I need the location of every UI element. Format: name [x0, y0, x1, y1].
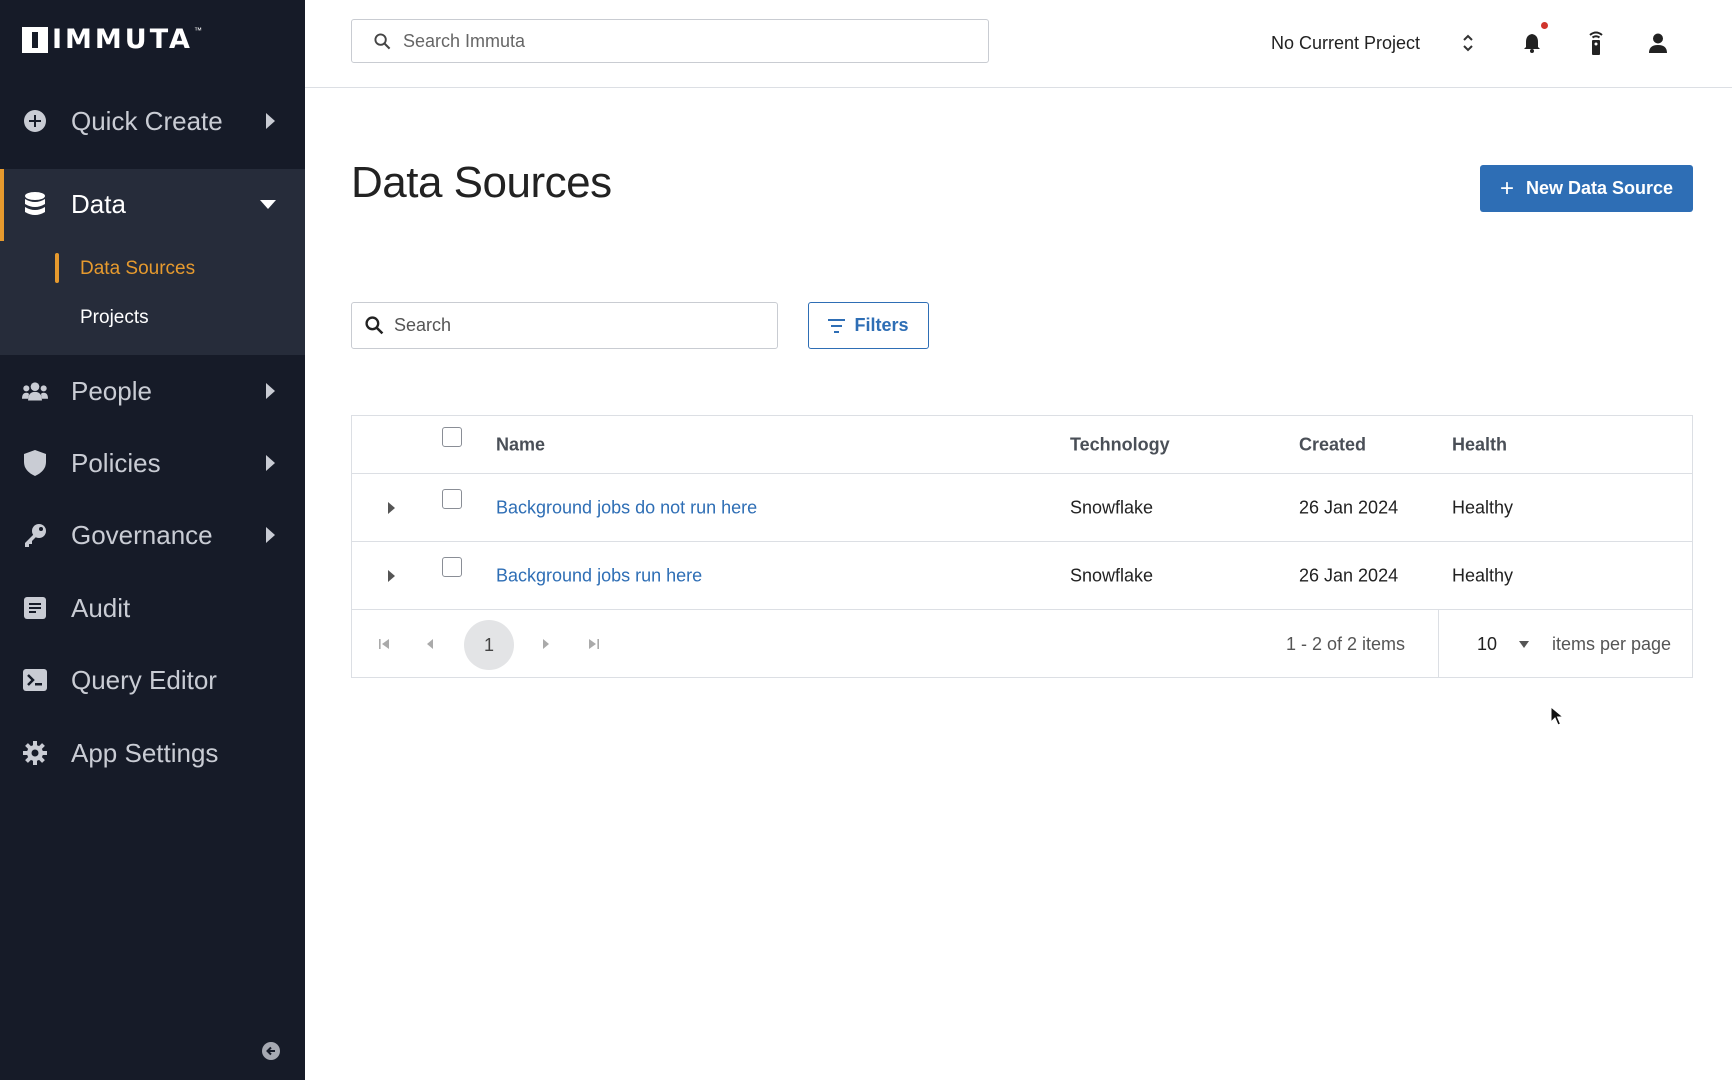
technology-cell: Snowflake [1070, 497, 1154, 517]
table-row: Background jobs run here Snowflake 26 Ja… [352, 542, 1692, 610]
technology-cell: Snowflake [1070, 565, 1154, 585]
user-icon[interactable] [1645, 30, 1671, 56]
nav-label-data: Data [71, 188, 126, 219]
page-title: Data Sources [351, 158, 612, 207]
column-header-technology[interactable]: Technology [1070, 434, 1170, 455]
nav-label-quick-create: Quick Create [71, 105, 223, 136]
data-source-name-link[interactable]: Background jobs do not run here [496, 497, 757, 518]
global-search[interactable] [351, 19, 989, 63]
new-data-source-button[interactable]: + New Data Source [1480, 165, 1693, 212]
column-header-name[interactable]: Name [496, 434, 545, 455]
sub-active-indicator [55, 253, 59, 283]
search-icon [374, 32, 391, 50]
database-icon [22, 191, 48, 217]
bell-icon[interactable] [1519, 22, 1548, 56]
nav-label-audit: Audit [71, 592, 131, 623]
first-page-icon[interactable] [378, 638, 390, 650]
column-header-health[interactable]: Health [1452, 434, 1507, 455]
page-number-current[interactable]: 1 [464, 620, 514, 670]
people-icon [22, 378, 48, 404]
remote-icon[interactable] [1583, 30, 1609, 56]
health-cell: Healthy [1452, 565, 1514, 585]
plus-circle-icon [22, 108, 48, 134]
global-search-input[interactable] [403, 30, 963, 52]
data-sources-table: Name Technology Created Health Backgroun… [351, 415, 1693, 678]
immuta-logo[interactable]: IMMUTA ™ [22, 26, 202, 54]
nav-item-people[interactable]: People [0, 356, 305, 426]
nav-item-data[interactable]: Data [0, 169, 305, 239]
key-icon [22, 522, 48, 548]
filter-icon [828, 318, 846, 333]
notification-dot [1541, 22, 1548, 29]
sidebar: IMMUTA ™ Quick Create Data Data Sources … [0, 0, 305, 1080]
last-page-icon[interactable] [588, 638, 600, 650]
data-section: Data Data Sources Projects [0, 169, 305, 355]
nav-sub-projects[interactable]: Projects [80, 307, 149, 329]
nav-label-people: People [71, 375, 152, 406]
shield-icon [22, 450, 48, 476]
select-all-checkbox[interactable] [442, 427, 462, 447]
nav-item-audit[interactable]: Audit [0, 573, 305, 643]
chevron-right-icon [266, 527, 275, 543]
audit-icon [22, 595, 48, 621]
previous-page-icon[interactable] [426, 639, 434, 649]
terminal-icon [22, 667, 48, 693]
filters-button[interactable]: Filters [808, 302, 929, 349]
nav-item-quick-create[interactable]: Quick Create [0, 86, 305, 156]
chevron-down-icon [260, 199, 276, 209]
current-project-selector[interactable]: No Current Project [1271, 33, 1420, 54]
table-row: Background jobs do not run here Snowflak… [352, 474, 1692, 542]
created-cell: 26 Jan 2024 [1299, 565, 1399, 585]
project-switch-icon[interactable] [1455, 30, 1481, 56]
row-checkbox[interactable] [442, 557, 462, 577]
filters-label: Filters [854, 315, 909, 335]
new-data-source-label: New Data Source [1525, 178, 1674, 198]
pagination: 1 1 - 2 of 2 items 10 items per page [352, 610, 1692, 678]
chevron-right-icon [266, 455, 275, 471]
nav-label-policies: Policies [71, 447, 161, 478]
arrow-left-icon [266, 1046, 275, 1056]
items-per-page-label: items per page [1552, 634, 1672, 654]
table-header: Name Technology Created Health [352, 416, 1692, 474]
logo-trademark: ™ [193, 26, 202, 35]
mouse-cursor-icon [1550, 705, 1565, 731]
logo-mark [22, 27, 48, 53]
nav-item-governance[interactable]: Governance [0, 500, 305, 570]
gear-icon [22, 740, 48, 766]
items-per-page-select[interactable]: 10 [1477, 630, 1539, 658]
nav-label-app-settings: App Settings [71, 737, 219, 768]
nav-item-app-settings[interactable]: App Settings [0, 718, 305, 788]
nav-item-policies[interactable]: Policies [0, 428, 305, 498]
nav-label-governance: Governance [71, 519, 213, 550]
search-icon [365, 316, 384, 335]
plus-icon: + [1499, 174, 1514, 202]
chevron-right-icon [266, 113, 275, 129]
chevron-right-icon [266, 383, 275, 399]
data-source-name-link[interactable]: Background jobs run here [496, 565, 702, 586]
data-source-search[interactable] [351, 302, 778, 349]
health-cell: Healthy [1452, 497, 1514, 517]
logo-text: IMMUTA [52, 24, 193, 55]
nav-sub-data-sources[interactable]: Data Sources [80, 258, 195, 280]
nav-label-query-editor: Query Editor [71, 664, 217, 695]
column-header-created[interactable]: Created [1299, 434, 1366, 455]
pagination-info: 1 - 2 of 2 items [1286, 634, 1406, 654]
created-cell: 26 Jan 2024 [1299, 497, 1399, 517]
next-page-icon[interactable] [542, 639, 550, 649]
nav-item-query-editor[interactable]: Query Editor [0, 645, 305, 715]
pagination-divider [1438, 610, 1439, 678]
data-source-search-input[interactable] [394, 315, 754, 336]
caret-down-icon [1519, 640, 1530, 648]
top-bar: No Current Project [305, 0, 1732, 88]
collapse-sidebar-button[interactable] [262, 1042, 280, 1060]
expand-row-icon[interactable] [388, 570, 395, 582]
items-per-page-value: 10 [1477, 633, 1498, 654]
expand-row-icon[interactable] [388, 502, 395, 514]
row-checkbox[interactable] [442, 489, 462, 509]
